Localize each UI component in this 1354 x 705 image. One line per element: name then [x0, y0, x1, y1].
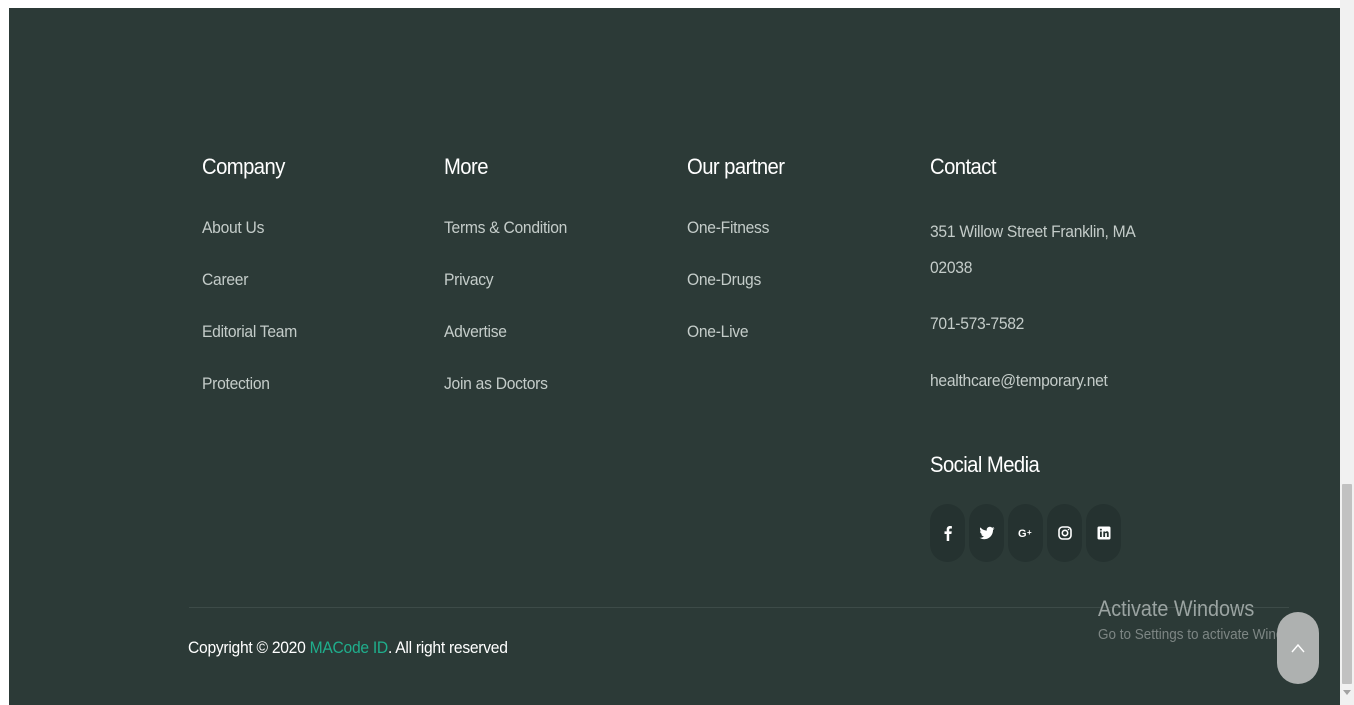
copyright-prefix: Copyright © 2020: [188, 638, 310, 657]
link-privacy[interactable]: Privacy: [444, 270, 567, 322]
instagram-icon[interactable]: [1047, 504, 1082, 562]
brand-link[interactable]: MACode ID: [310, 638, 389, 657]
contact-email[interactable]: healthcare@temporary.net: [930, 371, 1108, 391]
activation-title: Activate Windows: [1098, 596, 1255, 621]
link-editorial-team[interactable]: Editorial Team: [202, 322, 297, 374]
site-footer: Company About Us Career Editorial Team P…: [9, 8, 1340, 705]
contact-phone[interactable]: 701-573-7582: [930, 314, 1024, 334]
more-heading: More: [444, 154, 488, 179]
partner-heading: Our partner: [687, 154, 785, 179]
scroll-down-arrow-icon[interactable]: [1343, 690, 1351, 695]
partner-links: One-Fitness One-Drugs One-Live: [687, 218, 776, 374]
social-media-heading: Social Media: [930, 452, 1040, 477]
contact-address-line1: 351 Willow Street Franklin, MA: [930, 222, 1136, 241]
link-one-drugs[interactable]: One-Drugs: [687, 270, 769, 322]
copyright-suffix: . All right reserved: [387, 638, 508, 657]
chevron-up-icon: [1291, 643, 1305, 653]
link-about-us[interactable]: About Us: [202, 218, 297, 270]
contact-heading: Contact: [930, 154, 996, 179]
link-career[interactable]: Career: [202, 270, 297, 322]
link-join-doctors[interactable]: Join as Doctors: [444, 374, 567, 426]
link-one-live[interactable]: One-Live: [687, 322, 769, 374]
company-heading: Company: [202, 154, 285, 179]
svg-text:G: G: [1018, 528, 1027, 540]
link-one-fitness[interactable]: One-Fitness: [687, 218, 769, 270]
google-plus-icon[interactable]: G +: [1008, 504, 1043, 562]
twitter-icon[interactable]: [969, 504, 1004, 562]
contact-address-line2: 02038: [930, 258, 973, 277]
linkedin-icon[interactable]: [1086, 504, 1121, 562]
link-protection[interactable]: Protection: [202, 374, 297, 426]
more-links: Terms & Condition Privacy Advertise Join…: [444, 218, 578, 426]
social-icons: G +: [930, 504, 1121, 562]
copyright-text: Copyright © 2020 MACode ID. All right re…: [188, 638, 508, 658]
svg-text:+: +: [1027, 528, 1032, 537]
scrollbar-thumb[interactable]: [1342, 484, 1352, 684]
back-to-top-button[interactable]: [1277, 612, 1319, 684]
company-links: About Us Career Editorial Team Protectio…: [202, 218, 305, 426]
link-terms[interactable]: Terms & Condition: [444, 218, 567, 270]
page-scrollbar[interactable]: [1340, 0, 1354, 705]
link-advertise[interactable]: Advertise: [444, 322, 567, 374]
facebook-icon[interactable]: [930, 504, 965, 562]
